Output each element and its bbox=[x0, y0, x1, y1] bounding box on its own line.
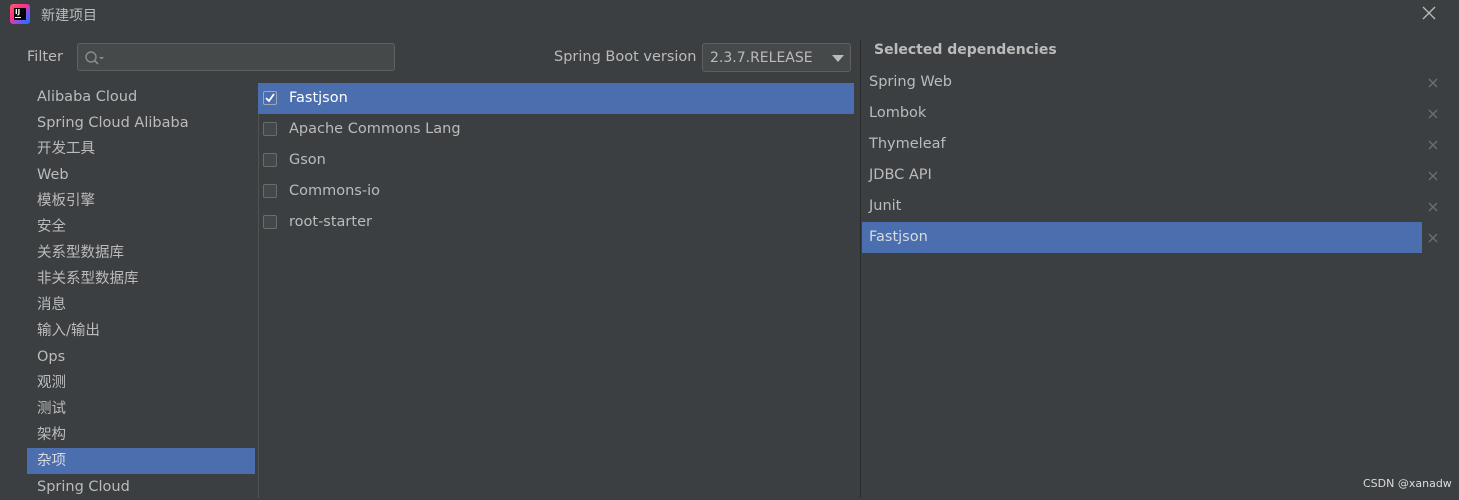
filter-input[interactable] bbox=[108, 44, 392, 72]
selected-dependency-label: Thymeleaf bbox=[869, 136, 946, 152]
category-item[interactable]: 模板引擎 bbox=[27, 188, 255, 214]
category-item[interactable]: 观测 bbox=[27, 370, 255, 396]
category-label: Alibaba Cloud bbox=[37, 89, 138, 105]
category-item[interactable]: 测试 bbox=[27, 396, 255, 422]
category-item[interactable]: Ops bbox=[27, 344, 255, 370]
selected-dependency-item[interactable]: Junit bbox=[862, 191, 1422, 222]
category-label: Web bbox=[37, 167, 69, 183]
category-label: 关系型数据库 bbox=[37, 245, 124, 261]
remove-dependency-button[interactable] bbox=[1427, 139, 1439, 151]
checkmark-icon bbox=[265, 93, 275, 103]
dependency-item[interactable]: root-starter bbox=[258, 207, 854, 238]
dependency-label: Gson bbox=[289, 152, 326, 168]
title-bar bbox=[0, 0, 1459, 30]
category-item[interactable]: 安全 bbox=[27, 214, 255, 240]
category-label: 架构 bbox=[37, 427, 66, 443]
category-item[interactable]: 消息 bbox=[27, 292, 255, 318]
selected-dependency-item[interactable]: Thymeleaf bbox=[862, 129, 1422, 160]
category-item[interactable]: Web bbox=[27, 162, 255, 188]
category-item[interactable]: Spring Cloud Alibaba bbox=[27, 110, 255, 136]
selected-dependency-label: Fastjson bbox=[869, 229, 928, 245]
selected-dependency-label: Junit bbox=[869, 198, 902, 214]
category-item[interactable]: Spring Cloud bbox=[27, 474, 255, 500]
intellij-logo-icon: IJ bbox=[10, 4, 30, 24]
category-item[interactable]: 开发工具 bbox=[27, 136, 255, 162]
spring-boot-version-select[interactable]: 2.3.7.RELEASE bbox=[702, 43, 851, 72]
category-label: 观测 bbox=[37, 375, 66, 391]
category-label: 输入/输出 bbox=[37, 323, 100, 339]
selected-dependency-item[interactable]: JDBC API bbox=[862, 160, 1422, 191]
category-label: 消息 bbox=[37, 297, 66, 313]
dependency-item[interactable]: Apache Commons Lang bbox=[258, 114, 854, 145]
close-icon bbox=[1428, 109, 1438, 119]
selected-dependency-item[interactable]: Lombok bbox=[862, 98, 1422, 129]
dependency-checkbox[interactable] bbox=[263, 122, 277, 136]
close-icon bbox=[1428, 171, 1438, 181]
spring-boot-version-value: 2.3.7.RELEASE bbox=[710, 50, 813, 66]
search-icon[interactable] bbox=[84, 50, 106, 66]
dependency-checkbox[interactable] bbox=[263, 153, 277, 167]
remove-dependency-button[interactable] bbox=[1427, 170, 1439, 182]
category-label: 杂项 bbox=[37, 453, 66, 469]
close-icon bbox=[1428, 78, 1438, 88]
dependency-item[interactable]: Gson bbox=[258, 145, 854, 176]
category-label: 开发工具 bbox=[37, 141, 95, 157]
window-title: 新建项目 bbox=[41, 8, 97, 24]
dependency-item[interactable]: Commons-io bbox=[258, 176, 854, 207]
spring-boot-version-label: Spring Boot version bbox=[554, 49, 697, 65]
watermark: CSDN @xanadw bbox=[1363, 477, 1452, 490]
category-item[interactable]: 架构 bbox=[27, 422, 255, 448]
close-icon bbox=[1422, 6, 1436, 20]
category-label: Spring Cloud bbox=[37, 479, 130, 495]
dependency-checkbox[interactable] bbox=[263, 184, 277, 198]
panel-divider[interactable] bbox=[860, 40, 861, 498]
chevron-down-icon bbox=[832, 55, 844, 62]
close-icon bbox=[1428, 140, 1438, 150]
category-item[interactable]: 关系型数据库 bbox=[27, 240, 255, 266]
dependency-label: Fastjson bbox=[289, 90, 348, 106]
category-label: Ops bbox=[37, 349, 66, 365]
selected-dependency-item[interactable]: Fastjson bbox=[862, 222, 1422, 253]
category-item[interactable]: 杂项 bbox=[27, 448, 255, 474]
dependency-checkbox[interactable] bbox=[263, 91, 277, 105]
remove-dependency-button[interactable] bbox=[1427, 77, 1439, 89]
category-item[interactable]: Alibaba Cloud bbox=[27, 84, 255, 110]
category-label: 测试 bbox=[37, 401, 66, 417]
filter-field[interactable] bbox=[77, 43, 395, 72]
dependency-checkbox[interactable] bbox=[263, 215, 277, 229]
category-item[interactable]: 输入/输出 bbox=[27, 318, 255, 344]
category-label: Spring Cloud Alibaba bbox=[37, 115, 189, 131]
dependency-label: Apache Commons Lang bbox=[289, 121, 461, 137]
remove-dependency-button[interactable] bbox=[1427, 108, 1439, 120]
remove-dependency-button[interactable] bbox=[1427, 232, 1439, 244]
dependency-label: root-starter bbox=[289, 214, 372, 230]
selected-dependency-item[interactable]: Spring Web bbox=[862, 67, 1422, 98]
remove-dependency-button[interactable] bbox=[1427, 201, 1439, 213]
selected-dependency-label: Spring Web bbox=[869, 74, 953, 90]
category-label: 模板引擎 bbox=[37, 193, 95, 209]
dependency-label: Commons-io bbox=[289, 183, 380, 199]
dependency-item[interactable]: Fastjson bbox=[258, 83, 854, 114]
category-label: 非关系型数据库 bbox=[37, 271, 139, 287]
filter-label: Filter bbox=[27, 49, 63, 65]
selected-dependency-label: Lombok bbox=[869, 105, 927, 121]
close-button[interactable] bbox=[1416, 2, 1442, 24]
selected-dependency-label: JDBC API bbox=[869, 167, 932, 183]
close-icon bbox=[1428, 202, 1438, 212]
selected-dependencies-title: Selected dependencies bbox=[874, 42, 1057, 58]
category-label: 安全 bbox=[37, 219, 66, 235]
category-item[interactable]: 非关系型数据库 bbox=[27, 266, 255, 292]
close-icon bbox=[1428, 233, 1438, 243]
